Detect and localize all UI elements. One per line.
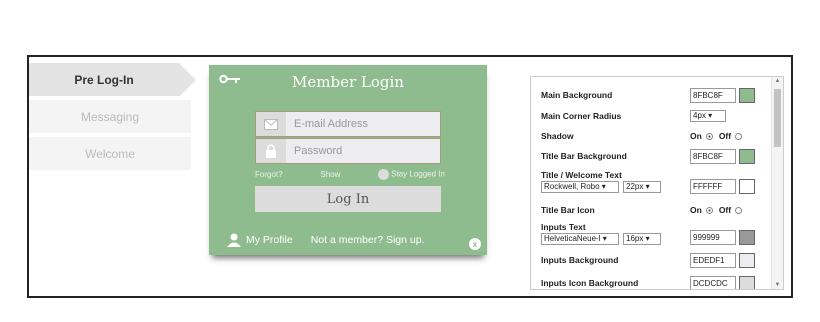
title-icon-toggle: On Off [690, 205, 748, 215]
shadow-toggle: On Off [690, 131, 748, 141]
setting-title-bar-icon: Title Bar Icon On Off [541, 203, 757, 217]
hex-input[interactable]: 8FBC8F [690, 149, 736, 164]
off-label: Off [718, 205, 732, 215]
color-swatch[interactable] [739, 88, 755, 103]
setting-inputs-icon-background: Inputs Icon Background DCDCDC [541, 275, 757, 289]
setting-shadow: Shadow On Off [541, 129, 757, 143]
setting-label: Title Bar Background [541, 151, 627, 161]
off-label: Off [718, 131, 732, 141]
scroll-up-icon[interactable]: ▲ [772, 78, 783, 84]
select-value: Rockwell, Robo [544, 182, 600, 191]
size-select[interactable]: 22px ▾ [623, 181, 661, 193]
password-field[interactable]: Password [255, 138, 441, 164]
color-swatch[interactable] [739, 276, 755, 289]
stay-logged-in[interactable]: Stay Logged In [378, 169, 445, 180]
tab-pre-login[interactable]: Pre Log-In [29, 63, 196, 97]
my-profile-link[interactable]: My Profile [246, 234, 293, 246]
setting-label: Inputs Icon Background [541, 278, 639, 288]
vertical-scrollbar[interactable]: ▲ ▼ [771, 77, 783, 289]
tab-welcome[interactable]: Welcome [29, 137, 191, 170]
select-value: 22px [626, 182, 644, 191]
hex-input[interactable]: DCDCDC [690, 276, 736, 289]
hex-input[interactable]: FFFFFF [690, 179, 736, 194]
setting-label: Main Background [541, 90, 613, 100]
scrollbar-thumb[interactable] [774, 89, 781, 147]
select-value: 16px [626, 234, 644, 243]
on-label: On [690, 205, 702, 215]
color-swatch[interactable] [739, 230, 755, 245]
title-icon-on-radio[interactable] [705, 207, 713, 215]
corner-radius-select[interactable]: 4px ▾ [690, 110, 726, 122]
title-icon-off-radio[interactable] [735, 207, 743, 215]
scroll-down-icon[interactable]: ▼ [772, 282, 783, 288]
hex-input[interactable]: 999999 [690, 230, 736, 245]
login-footer: My Profile Not a member? Sign up. [227, 233, 425, 247]
on-label: On [690, 131, 702, 141]
setting-inputs-background: Inputs Background EDEDF1 [541, 252, 757, 268]
close-icon[interactable]: x [469, 238, 481, 250]
tab-list: Pre Log-In Messaging Welcome [29, 63, 196, 174]
setting-label: Title / Welcome Text [541, 170, 622, 180]
tab-messaging[interactable]: Messaging [29, 100, 191, 133]
color-swatch[interactable] [739, 179, 755, 194]
font-select[interactable]: Rockwell, Robo ▾ [541, 181, 619, 193]
envelope-icon [256, 112, 286, 136]
setting-inputs-text: Inputs Text HelveticaNeue-l ▾ 16px ▾ 999… [541, 222, 757, 248]
app-frame: Pre Log-In Messaging Welcome Member Logi… [27, 55, 793, 298]
setting-main-background: Main Background 8FBC8F [541, 87, 757, 103]
setting-corner-radius: Main Corner Radius 4px ▾ [541, 109, 757, 123]
hex-input[interactable]: 8FBC8F [690, 88, 736, 103]
settings-panel: Main Background 8FBC8F Main Corner Radiu… [530, 76, 784, 290]
shadow-off-radio[interactable] [735, 133, 743, 141]
signup-link[interactable]: Not a member? Sign up. [311, 234, 425, 246]
setting-label: Main Corner Radius [541, 111, 622, 121]
login-preview: Member Login E-mail Address Password For… [209, 65, 487, 255]
color-swatch[interactable] [739, 149, 755, 164]
login-title: Member Login [292, 73, 404, 91]
setting-label: Inputs Background [541, 255, 619, 265]
email-placeholder: E-mail Address [294, 118, 368, 130]
select-value: 4px [693, 111, 706, 120]
login-links: Forgot? Show Stay Logged In [255, 169, 445, 180]
setting-title-bar-background: Title Bar Background 8FBC8F [541, 148, 757, 164]
setting-label: Title Bar Icon [541, 205, 595, 215]
login-button[interactable]: Log In [255, 186, 441, 212]
user-icon [227, 233, 241, 247]
show-toggle[interactable]: Show [320, 170, 340, 179]
color-swatch[interactable] [739, 253, 755, 268]
forgot-link[interactable]: Forgot? [255, 170, 283, 179]
tab-label: Pre Log-In [74, 72, 134, 87]
stay-label: Stay Logged In [391, 169, 445, 179]
tab-label: Welcome [85, 146, 135, 161]
setting-title-welcome-text: Title / Welcome Text Rockwell, Robo ▾ 22… [541, 170, 757, 196]
shadow-on-radio[interactable] [705, 133, 713, 141]
password-placeholder: Password [294, 145, 343, 157]
setting-label: Inputs Text [541, 222, 586, 232]
size-select[interactable]: 16px ▾ [623, 233, 661, 245]
stay-checkbox[interactable] [378, 169, 390, 180]
email-field[interactable]: E-mail Address [255, 111, 441, 137]
hex-input[interactable]: EDEDF1 [690, 253, 736, 268]
tab-label: Messaging [80, 109, 140, 124]
setting-label: Shadow [541, 131, 574, 141]
lock-icon [256, 139, 286, 163]
font-select[interactable]: HelveticaNeue-l ▾ [541, 233, 619, 245]
select-value: HelveticaNeue-l [544, 234, 601, 243]
